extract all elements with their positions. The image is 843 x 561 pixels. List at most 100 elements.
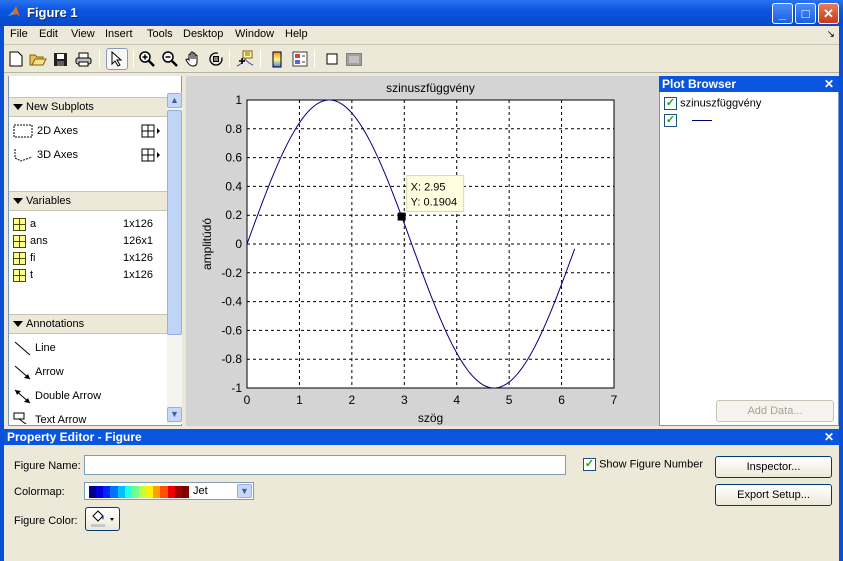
- annotation-line[interactable]: Line: [13, 339, 56, 357]
- menu-insert[interactable]: Insert: [105, 28, 133, 40]
- new-figure-button[interactable]: [6, 49, 26, 69]
- subplot-grid-button[interactable]: [141, 124, 161, 141]
- plot-browser-item-line[interactable]: ✓: [664, 114, 713, 127]
- annotation-double-arrow[interactable]: Double Arrow: [13, 387, 101, 405]
- chevron-up-icon: ▲: [170, 95, 179, 105]
- section-label: New Subplots: [26, 101, 94, 113]
- variable-icon: [13, 268, 26, 282]
- menu-help[interactable]: Help: [285, 28, 308, 40]
- colormap-select[interactable]: Jet ▼: [84, 482, 254, 500]
- dock-arrow-icon[interactable]: ↘: [827, 29, 835, 40]
- scroll-thumb[interactable]: [167, 110, 182, 335]
- menu-desktop[interactable]: Desktop: [183, 28, 223, 40]
- chevron-down-icon[interactable]: ▼: [237, 484, 252, 498]
- menu-tools[interactable]: Tools: [147, 28, 173, 40]
- line-chart[interactable]: 0 1 2 3 4 5 6 7 1 0.8 0.6 0.4 0.2 0 -0.2 -0.4 -0.6 -0.8 -1…: [186, 76, 660, 426]
- datatip-x-value: X: 2.95: [411, 182, 446, 194]
- maximize-button[interactable]: □: [795, 3, 816, 24]
- 3d-axes-icon: [14, 149, 33, 162]
- palette-item-label: 2D Axes: [37, 125, 78, 137]
- variable-item[interactable]: a 1x126: [13, 215, 163, 233]
- hide-plot-tools-button[interactable]: [322, 49, 342, 69]
- figure-name-label: Figure Name:: [14, 460, 81, 472]
- show-figure-number-checkbox[interactable]: ✓: [583, 458, 596, 471]
- double-arrow-icon: [14, 389, 31, 404]
- colormap-swatch: [153, 486, 161, 498]
- menu-file[interactable]: File: [10, 28, 28, 40]
- menu-edit[interactable]: Edit: [39, 28, 58, 40]
- figure-color-button[interactable]: [85, 507, 120, 531]
- grid-layout-icon: [141, 124, 160, 138]
- pan-button[interactable]: [183, 49, 203, 69]
- x-tick-label: 5: [506, 393, 513, 407]
- save-figure-button[interactable]: [50, 49, 70, 69]
- print-figure-button[interactable]: [73, 49, 93, 69]
- insert-legend-button[interactable]: [290, 49, 310, 69]
- save-icon: [53, 52, 67, 66]
- zoom-out-button[interactable]: [160, 49, 180, 69]
- show-figure-number-option[interactable]: ✓ Show Figure Number: [583, 458, 703, 471]
- variable-size: 1x126: [123, 252, 153, 264]
- zoom-out-icon: [162, 51, 178, 67]
- open-file-button[interactable]: [28, 49, 48, 69]
- arrow-icon: [14, 365, 31, 380]
- property-editor-header: Property Editor - Figure ✕: [4, 429, 839, 445]
- annotation-text-arrow[interactable]: Text Arrow: [13, 411, 86, 424]
- rotate-3d-button[interactable]: [206, 49, 226, 69]
- close-browser-icon[interactable]: ✕: [824, 76, 834, 92]
- variable-item[interactable]: t 1x126: [13, 266, 163, 284]
- close-property-editor-icon[interactable]: ✕: [824, 429, 834, 445]
- colormap-swatch: [138, 486, 147, 498]
- edit-plot-button[interactable]: [106, 48, 128, 70]
- x-tick-label: 0: [244, 393, 251, 407]
- variable-item[interactable]: fi 1x126: [13, 249, 163, 267]
- folder-open-icon: [29, 54, 47, 66]
- x-tick-label: 1: [296, 393, 303, 407]
- palette-scrollbar[interactable]: ▲ ▼: [167, 93, 182, 424]
- y-tick-label: -0.4: [221, 295, 242, 309]
- plot-browser-item-axes[interactable]: ✓ szinuszfüggvény: [664, 97, 761, 110]
- minimize-button[interactable]: _: [772, 3, 793, 24]
- insert-colorbar-button[interactable]: [267, 49, 287, 69]
- variable-name: t: [30, 269, 34, 281]
- show-plot-tools-button[interactable]: [344, 49, 364, 69]
- variable-item[interactable]: ans 126x1: [13, 232, 163, 250]
- chart-title: szinuszfüggvény: [386, 81, 475, 95]
- y-axis-label: amplitúdó: [200, 218, 214, 270]
- variable-name: ans: [30, 235, 48, 247]
- section-variables[interactable]: Variables: [9, 191, 167, 211]
- variable-size: 126x1: [123, 235, 153, 247]
- subplot-grid-button[interactable]: [141, 148, 161, 165]
- section-new-subplots[interactable]: New Subplots: [9, 97, 167, 117]
- close-button[interactable]: ✕: [818, 3, 839, 24]
- palette-item-3d-axes[interactable]: 3D Axes: [13, 146, 78, 164]
- export-setup-button[interactable]: Export Setup...: [715, 484, 832, 506]
- datatip-marker[interactable]: [397, 212, 406, 221]
- axes-visible-checkbox[interactable]: ✓: [664, 97, 677, 110]
- maximize-icon: □: [801, 6, 810, 21]
- variable-name: fi: [30, 252, 36, 264]
- legend-icon: [292, 51, 308, 67]
- annotation-arrow[interactable]: Arrow: [13, 363, 64, 381]
- menu-window[interactable]: Window: [235, 28, 274, 40]
- colormap-swatch: [167, 486, 175, 498]
- figure-name-input[interactable]: [84, 455, 566, 475]
- variable-size: 1x126: [123, 269, 153, 281]
- y-tick-label: -0.8: [221, 352, 242, 366]
- colormap-swatch: [117, 486, 125, 498]
- variable-icon: [13, 251, 26, 265]
- line-visible-checkbox[interactable]: ✓: [664, 114, 677, 127]
- menu-view[interactable]: View: [71, 28, 95, 40]
- toolbar-separator: [99, 50, 100, 68]
- hide-tools-icon: [326, 53, 338, 65]
- inspector-button[interactable]: Inspector...: [715, 456, 832, 478]
- palette-item-2d-axes[interactable]: 2D Axes: [13, 122, 78, 140]
- zoom-in-button[interactable]: [137, 49, 157, 69]
- scroll-down-button[interactable]: ▼: [167, 407, 182, 422]
- data-cursor-button[interactable]: [235, 49, 255, 69]
- text-arrow-icon: [13, 412, 27, 424]
- scroll-up-button[interactable]: ▲: [167, 93, 182, 108]
- section-annotations[interactable]: Annotations: [9, 314, 167, 334]
- menu-bar: File Edit View Insert Tools Desktop Wind…: [4, 26, 839, 45]
- add-data-button[interactable]: Add Data...: [716, 400, 834, 422]
